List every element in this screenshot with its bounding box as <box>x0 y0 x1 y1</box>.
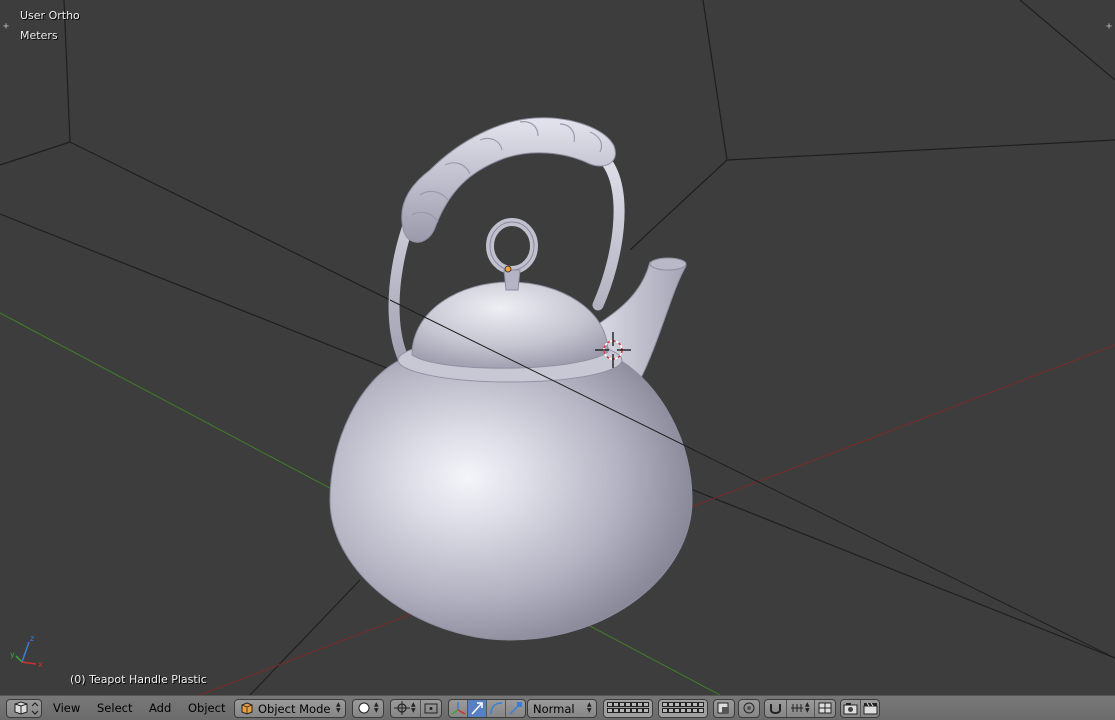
translate-manipulator-button[interactable] <box>468 700 487 717</box>
axis-gizmo-icon: z y x <box>10 634 43 669</box>
object-origin <box>504 265 512 273</box>
center-points-icon <box>424 703 438 714</box>
orientation-label: Normal <box>533 702 575 716</box>
snap-target-button[interactable] <box>815 700 836 717</box>
pivot-group: ▲ ▼ <box>390 699 442 718</box>
snap-group: ▲ ▼ <box>764 699 836 718</box>
orientation-selector[interactable]: Normal ▲ ▼ <box>527 699 597 718</box>
rotate-manipulator-button[interactable] <box>487 700 506 717</box>
opengl-animation-button[interactable] <box>861 700 880 717</box>
lock-layers-button[interactable] <box>713 699 735 718</box>
scale-manipulator-button[interactable] <box>506 700 526 717</box>
svg-text:y: y <box>10 650 15 659</box>
axis-manipulator-icon <box>451 702 466 715</box>
updown-arrows-icon: ▲ ▼ <box>805 701 810 714</box>
camera-icon <box>843 703 858 715</box>
svg-text:z: z <box>30 634 34 643</box>
snap-element-selector[interactable]: ▲ ▼ <box>787 700 815 717</box>
manipulate-center-button[interactable] <box>421 700 442 717</box>
layer-lock-icon <box>717 702 729 714</box>
region-expand-right-icon[interactable]: + <box>1104 22 1114 32</box>
cube-icon <box>14 701 39 715</box>
view-name-label: User Ortho <box>20 9 80 22</box>
manipulator-toggle[interactable] <box>449 700 468 717</box>
svg-text:x: x <box>38 660 43 669</box>
region-expand-left-icon[interactable]: + <box>1 22 11 32</box>
opengl-render-button[interactable] <box>841 700 861 717</box>
translate-arrow-icon <box>471 702 483 715</box>
proportional-edit-button[interactable] <box>738 699 760 718</box>
layers-group-1[interactable] <box>603 699 653 718</box>
viewport-header: View Select Add Object Object Mode ▲ ▼ ▲ ▼… <box>0 695 1115 720</box>
menu-select[interactable]: Select <box>97 701 132 715</box>
updown-arrows-icon: ▲ ▼ <box>411 701 416 714</box>
layers-group-2[interactable] <box>658 699 708 718</box>
units-label: Meters <box>20 29 58 42</box>
menu-object[interactable]: Object <box>188 701 225 715</box>
scale-handle-icon <box>509 702 522 715</box>
editor-type-button[interactable] <box>6 699 42 718</box>
mode-selector[interactable]: Object Mode ▲ ▼ <box>234 699 346 718</box>
updown-arrows-icon: ▲ ▼ <box>374 701 379 714</box>
render-group <box>840 699 880 718</box>
updown-arrows-icon: ▲ ▼ <box>587 701 592 714</box>
updown-arrows-icon: ▲ ▼ <box>336 701 341 714</box>
snap-toggle[interactable] <box>765 700 787 717</box>
scene-canvas[interactable]: z y x <box>0 0 1115 695</box>
rotate-arc-icon <box>490 702 503 715</box>
pivot-selector[interactable]: ▲ ▼ <box>391 700 421 717</box>
3d-viewport[interactable]: z y x + + User Ortho Meters (0) Teapot H… <box>0 0 1115 695</box>
object-mode-icon <box>241 702 253 715</box>
teapot-body <box>329 359 693 641</box>
object-info-label: (0) Teapot Handle Plastic <box>70 673 207 686</box>
proportional-circle-icon <box>743 702 755 714</box>
menu-add[interactable]: Add <box>149 701 171 715</box>
menu-view[interactable]: View <box>53 701 80 715</box>
manipulator-group <box>448 699 526 718</box>
shading-selector[interactable]: ▲ ▼ <box>352 699 384 718</box>
mode-label: Object Mode <box>258 702 331 716</box>
magnet-icon <box>770 704 781 714</box>
clapper-icon <box>863 702 878 715</box>
snap-target-icon <box>818 702 832 714</box>
